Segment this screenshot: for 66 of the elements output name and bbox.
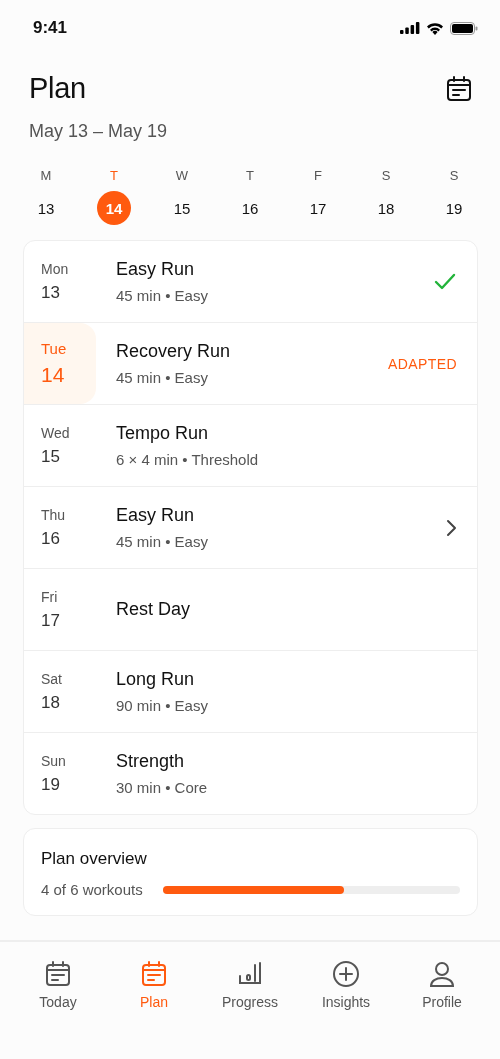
workout-detail: 45 min • Easy bbox=[116, 533, 209, 550]
person-icon bbox=[428, 960, 456, 988]
day-name: Fri bbox=[41, 588, 59, 605]
wifi-icon bbox=[426, 21, 444, 35]
day-name: Sat bbox=[41, 670, 63, 687]
weekday-letter: T bbox=[110, 168, 118, 183]
workout-row[interactable]: Wed 15 Tempo Run 6 × 4 min • Threshold bbox=[24, 405, 477, 487]
workout-count: 4 of 6 workouts bbox=[41, 881, 143, 898]
day-date: 18 bbox=[41, 692, 61, 713]
workout-title: Rest Day bbox=[116, 599, 192, 620]
workout-title: Easy Run bbox=[116, 505, 196, 526]
week-date[interactable]: 13 bbox=[29, 191, 63, 225]
day-date: 19 bbox=[41, 774, 61, 795]
date-range: May 13 – May 19 bbox=[28, 120, 169, 142]
weekday-letter: M bbox=[40, 168, 52, 183]
day-date: 17 bbox=[41, 610, 61, 631]
workout-detail: 90 min • Easy bbox=[116, 697, 209, 714]
week-date[interactable]: 19 bbox=[437, 191, 471, 225]
workout-detail: 45 min • Easy bbox=[116, 369, 209, 386]
workout-row[interactable]: Mon 13 Easy Run 45 min • Easy bbox=[24, 241, 477, 323]
tab-bar-item[interactable]: Profile bbox=[394, 942, 490, 1059]
day-name: Sun bbox=[41, 752, 67, 769]
calendar-icon bbox=[44, 960, 72, 988]
weekday-letter: S bbox=[381, 168, 391, 183]
plus-circle-icon bbox=[332, 960, 360, 988]
day-name: Mon bbox=[41, 260, 70, 277]
calendar-icon[interactable] bbox=[445, 74, 473, 103]
status-time: 9:41 bbox=[33, 18, 68, 38]
signal-icon bbox=[400, 22, 420, 34]
workout-title: Easy Run bbox=[116, 259, 196, 280]
workout-title: Recovery Run bbox=[116, 341, 232, 362]
weekday-letter: W bbox=[175, 168, 189, 183]
chevron-right-icon bbox=[445, 518, 457, 537]
week-date[interactable]: 18 bbox=[369, 191, 403, 225]
workout-detail: 6 × 4 min • Threshold bbox=[116, 451, 260, 468]
page-title: Plan bbox=[29, 72, 86, 105]
battery-icon bbox=[450, 21, 478, 35]
workout-row[interactable]: Fri 17 Rest Day bbox=[24, 569, 477, 651]
day-date: 15 bbox=[41, 446, 61, 467]
workout-detail: 45 min • Easy bbox=[116, 287, 209, 304]
week-date[interactable]: 16 bbox=[233, 191, 267, 225]
day-name: Wed bbox=[41, 424, 71, 441]
workout-title: Strength bbox=[116, 751, 186, 772]
day-date: 16 bbox=[41, 528, 61, 549]
workout-row[interactable]: Sat 18 Long Run 90 min • Easy bbox=[24, 651, 477, 733]
day-name: Thu bbox=[41, 506, 67, 523]
calendar-icon bbox=[140, 960, 168, 988]
overview-title: Plan overview bbox=[41, 849, 148, 869]
tab-bar-item[interactable]: Progress bbox=[202, 942, 298, 1059]
tab-bar-item[interactable]: Today bbox=[10, 942, 106, 1059]
day-name: Tue bbox=[41, 340, 68, 357]
weekday-letter: S bbox=[449, 168, 459, 183]
workout-row[interactable]: Tue 14 Recovery Run 45 min • Easy ADAPTED bbox=[24, 323, 477, 405]
week-date[interactable]: 15 bbox=[165, 191, 199, 225]
workout-row[interactable]: Thu 16 Easy Run 45 min • Easy bbox=[24, 487, 477, 569]
weekday-letter: T bbox=[246, 168, 254, 183]
workout-detail: 30 min • Core bbox=[116, 779, 209, 796]
workout-title: Long Run bbox=[116, 669, 196, 690]
weekday-letter: F bbox=[314, 168, 322, 183]
tab-bar-item[interactable]: Insights bbox=[298, 942, 394, 1059]
status-label: ADAPTED bbox=[388, 355, 457, 372]
day-date: 13 bbox=[41, 282, 61, 303]
workout-row[interactable]: Sun 19 Strength 30 min • Core bbox=[24, 733, 477, 814]
workout-title: Tempo Run bbox=[116, 423, 210, 444]
day-date: 14 bbox=[41, 363, 66, 387]
week-date[interactable]: 17 bbox=[301, 191, 335, 225]
